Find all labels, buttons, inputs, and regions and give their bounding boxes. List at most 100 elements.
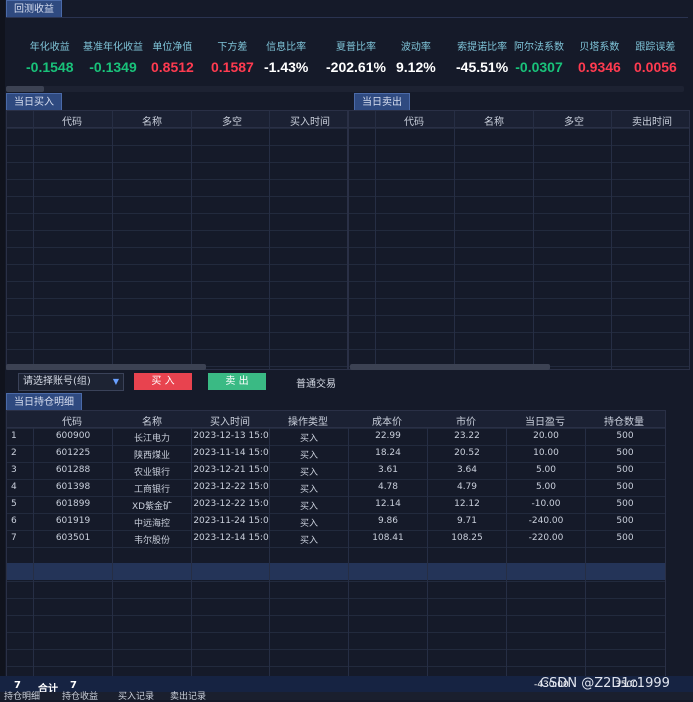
cell-cost: 3.61 — [377, 465, 399, 475]
cell-idx: 5 — [11, 499, 17, 509]
cell-time: 2023-12-14 15:0 — [193, 533, 269, 543]
grid-divider — [112, 111, 113, 369]
stat-value: 9.12% — [396, 59, 436, 75]
cell-idx: 4 — [11, 482, 17, 492]
cell-price: 23.22 — [454, 431, 480, 441]
holdings-col-cost[interactable]: 成本价 — [352, 413, 422, 428]
stat-value: -0.1349 — [89, 59, 137, 75]
trade-toolbar: 请选择账号(组) ▼ 买 入 卖 出 普通交易 — [6, 371, 688, 393]
tab-sell-today[interactable]: 当日卖出 — [354, 93, 410, 111]
cell-qty: 500 — [616, 516, 634, 526]
stat-item: 单位净值 0.8512 — [151, 38, 194, 75]
footer-count: 7 — [14, 680, 21, 691]
buy-col-side[interactable]: 多空 — [197, 113, 267, 128]
stat-label: 波动率 — [400, 42, 431, 53]
stat-value: 0.8512 — [151, 59, 194, 75]
stat-item: 信息比率 -1.43% — [264, 38, 308, 75]
sell-col-code[interactable]: 代码 — [379, 113, 449, 128]
buy-scrollbar[interactable] — [6, 364, 206, 370]
stat-item: 索提诺比率 -45.51% — [456, 38, 508, 75]
tab-holdings-detail[interactable]: 当日持仓明细 — [6, 393, 82, 411]
stat-item: 跟踪误差 0.0056 — [634, 38, 677, 75]
sell-col-name[interactable]: 名称 — [459, 113, 529, 128]
holdings-col-code[interactable]: 代码 — [37, 413, 107, 428]
grid-divider — [269, 111, 270, 369]
holdings-col-qty[interactable]: 持仓数量 — [589, 413, 659, 428]
bottom-tab-buy-records[interactable]: 买入记录 — [118, 692, 154, 702]
holdings-table: 代码 名称 买入时间 操作类型 成本价 市价 当日盈亏 持仓数量 1 600900… — [6, 410, 666, 678]
cell-price: 108.25 — [451, 533, 483, 543]
table-row[interactable]: 3 601288 农业银行 2023-12-21 15:0 买入 3.61 3.64 5.00… — [7, 462, 665, 479]
stat-label: 下方差 — [217, 42, 248, 53]
cell-op: 买入 — [299, 468, 318, 478]
stat-value: -0.1548 — [26, 59, 74, 75]
buy-col-code[interactable]: 代码 — [37, 113, 107, 128]
table-row[interactable]: 7 603501 韦尔股份 2023-12-14 15:0 买入 108.41 108.25… — [7, 530, 665, 547]
cell-time: 2023-12-13 15:0 — [193, 431, 269, 441]
stat-item: 夏普比率 -202.61% — [326, 38, 386, 75]
stat-item: 阿尔法系数 -0.0307 — [514, 38, 564, 75]
cell-op: 买入 — [299, 451, 318, 461]
cell-pnl: -240.00 — [528, 516, 564, 526]
cell-idx: 7 — [11, 533, 17, 543]
cell-code: 600900 — [55, 431, 91, 441]
stats-scrollbar[interactable] — [6, 86, 44, 92]
holdings-col-op[interactable]: 操作类型 — [273, 413, 343, 428]
table-row[interactable]: 2 601225 陕西煤业 2023-11-14 15:0 买入 18.24 20.52 10… — [7, 445, 665, 462]
cell-code: 601398 — [55, 482, 91, 492]
stat-item: 贝塔系数 0.9346 — [578, 38, 621, 75]
cell-pnl: 20.00 — [533, 431, 559, 441]
cell-price: 4.79 — [456, 482, 478, 492]
watermark: CSDN @Z2D1c1999 — [540, 676, 670, 691]
holdings-col-price[interactable]: 市价 — [431, 413, 501, 428]
left-edge-strip — [0, 0, 5, 700]
buy-col-name[interactable]: 名称 — [117, 113, 187, 128]
sell-col-side[interactable]: 多空 — [539, 113, 609, 128]
stat-value: -1.43% — [264, 59, 309, 75]
holdings-col-name[interactable]: 名称 — [117, 413, 187, 428]
chevron-down-icon: ▼ — [112, 377, 119, 386]
sell-button[interactable]: 卖 出 — [208, 373, 266, 390]
cell-idx: 2 — [11, 448, 17, 458]
sell-scrollbar[interactable] — [350, 364, 550, 370]
grid-divider — [454, 111, 455, 369]
buy-table-header: 代码 名称 多空 买入时间 — [7, 111, 347, 128]
table-row[interactable]: 4 601398 工商银行 2023-12-22 15:0 买入 4.78 4.79 5.00… — [7, 479, 665, 496]
buy-today-table: 代码 名称 多空 买入时间 — [6, 110, 348, 370]
stat-label: 贝塔系数 — [579, 42, 620, 53]
cell-price: 9.71 — [456, 516, 478, 526]
cell-qty: 500 — [616, 482, 634, 492]
cell-qty: 500 — [616, 431, 634, 441]
account-select[interactable]: 请选择账号(组) ▼ — [18, 373, 124, 391]
cell-time: 2023-12-21 15:0 — [193, 465, 269, 475]
trade-mode-label[interactable]: 普通交易 — [296, 375, 336, 390]
buy-button[interactable]: 买 入 — [134, 373, 192, 390]
sell-today-table: 代码 名称 多空 卖出时间 — [348, 110, 690, 370]
stat-label: 年化收益 — [29, 42, 70, 53]
cell-qty: 500 — [616, 533, 634, 543]
grid-divider — [191, 111, 192, 369]
cell-pnl: 5.00 — [535, 482, 557, 492]
bottom-tab-holdings[interactable]: 持仓明细 — [4, 692, 40, 702]
grid-divider — [533, 111, 534, 369]
cell-code: 601288 — [55, 465, 91, 475]
table-row[interactable]: 1 600900 长江电力 2023-12-13 15:0 买入 22.99 23.22 20… — [7, 428, 665, 445]
bottom-tab-sell-records[interactable]: 卖出记录 — [170, 692, 206, 702]
table-row[interactable]: 6 601919 中远海控 2023-11-24 15:0 买入 9.86 9.71 -240… — [7, 513, 665, 530]
stat-label: 单位净值 — [152, 42, 193, 53]
cell-price: 20.52 — [454, 448, 480, 458]
bottom-tab-returns[interactable]: 持仓收益 — [62, 692, 98, 702]
stat-label: 跟踪误差 — [635, 42, 676, 53]
cell-idx: 1 — [11, 431, 17, 441]
holdings-col-pnl[interactable]: 当日盈亏 — [510, 413, 580, 428]
tab-buy-today[interactable]: 当日买入 — [6, 93, 62, 111]
cell-price: 12.12 — [454, 499, 480, 509]
holdings-col-time[interactable]: 买入时间 — [195, 413, 265, 428]
buy-col-time[interactable]: 买入时间 — [275, 113, 345, 128]
cell-qty: 500 — [616, 465, 634, 475]
cell-code: 603501 — [55, 533, 91, 543]
table-row[interactable]: 5 601899 XD紫金矿 2023-12-22 15:0 买入 12.14 12.12 -… — [7, 496, 665, 513]
sell-col-time[interactable]: 卖出时间 — [617, 113, 687, 128]
stats-panel: 年化收益 -0.1548 基准年化收益 -0.1349 单位净值 0.8512 下方差 0.1… — [6, 17, 688, 84]
tab-backtest-returns[interactable]: 回测收益 — [6, 0, 62, 18]
